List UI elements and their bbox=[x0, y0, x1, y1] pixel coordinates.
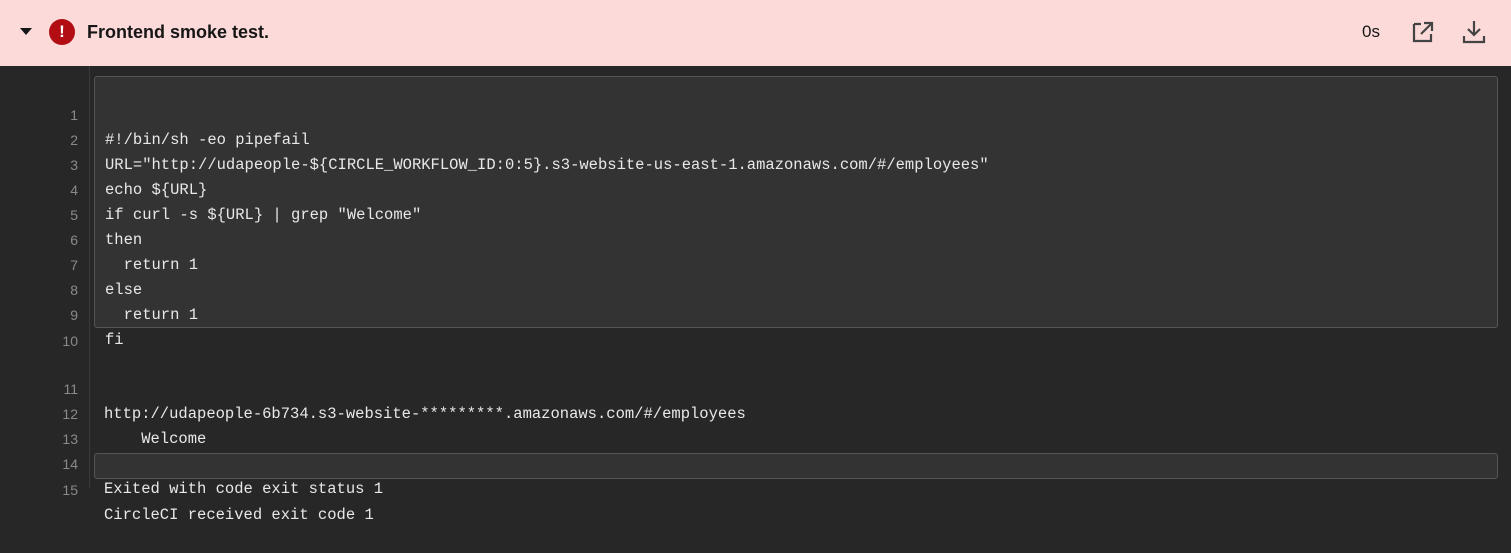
log-line: 7 else bbox=[0, 228, 1500, 299]
download-icon bbox=[1462, 21, 1486, 44]
log-line: 5 then bbox=[0, 178, 1500, 249]
log-line: 10 bbox=[0, 304, 1500, 349]
download-button[interactable] bbox=[1460, 18, 1488, 46]
log-line: 8 return 1 bbox=[0, 253, 1500, 324]
step-header[interactable]: ! Frontend smoke test. 0s bbox=[0, 0, 1511, 66]
log-line: 12 Welcome bbox=[0, 377, 1500, 448]
line-number: 10 bbox=[62, 333, 78, 349]
line-text: fi bbox=[105, 331, 124, 349]
log-line: 13 bbox=[0, 402, 1500, 447]
log-line: 6 return 1 bbox=[0, 203, 1500, 274]
chevron-down-icon[interactable] bbox=[20, 28, 32, 35]
open-external-icon bbox=[1412, 21, 1434, 43]
log-line: 2 URL="http://udapeople-${CIRCLE_WORKFLO… bbox=[0, 103, 1500, 174]
log-line: 4 if curl -s ${URL} | grep "Welcome" bbox=[0, 153, 1500, 224]
log-line: 3 echo ${URL} bbox=[0, 128, 1500, 199]
log-line: 14 Exited with code exit status 1 bbox=[0, 427, 1500, 498]
log-line: 11 http://udapeople-6b734.s3-website-***… bbox=[0, 352, 1500, 423]
log-line: 9 fi bbox=[0, 278, 1500, 349]
log-line: 1 #!/bin/sh -eo pipefail bbox=[0, 78, 1500, 149]
open-external-button[interactable] bbox=[1409, 18, 1437, 46]
log-line: 15 CircleCI received exit code 1 bbox=[0, 453, 1500, 524]
line-number: 15 bbox=[62, 482, 78, 498]
line-text: Exited with code exit status 1 bbox=[104, 480, 384, 498]
step-duration: 0s bbox=[1362, 22, 1380, 41]
line-text: CircleCI received exit code 1 bbox=[104, 506, 374, 524]
error-icon: ! bbox=[49, 19, 75, 45]
step-title: Frontend smoke test. bbox=[87, 22, 270, 42]
log-output[interactable]: 1 #!/bin/sh -eo pipefail 2 URL="http://u… bbox=[0, 66, 1511, 524]
